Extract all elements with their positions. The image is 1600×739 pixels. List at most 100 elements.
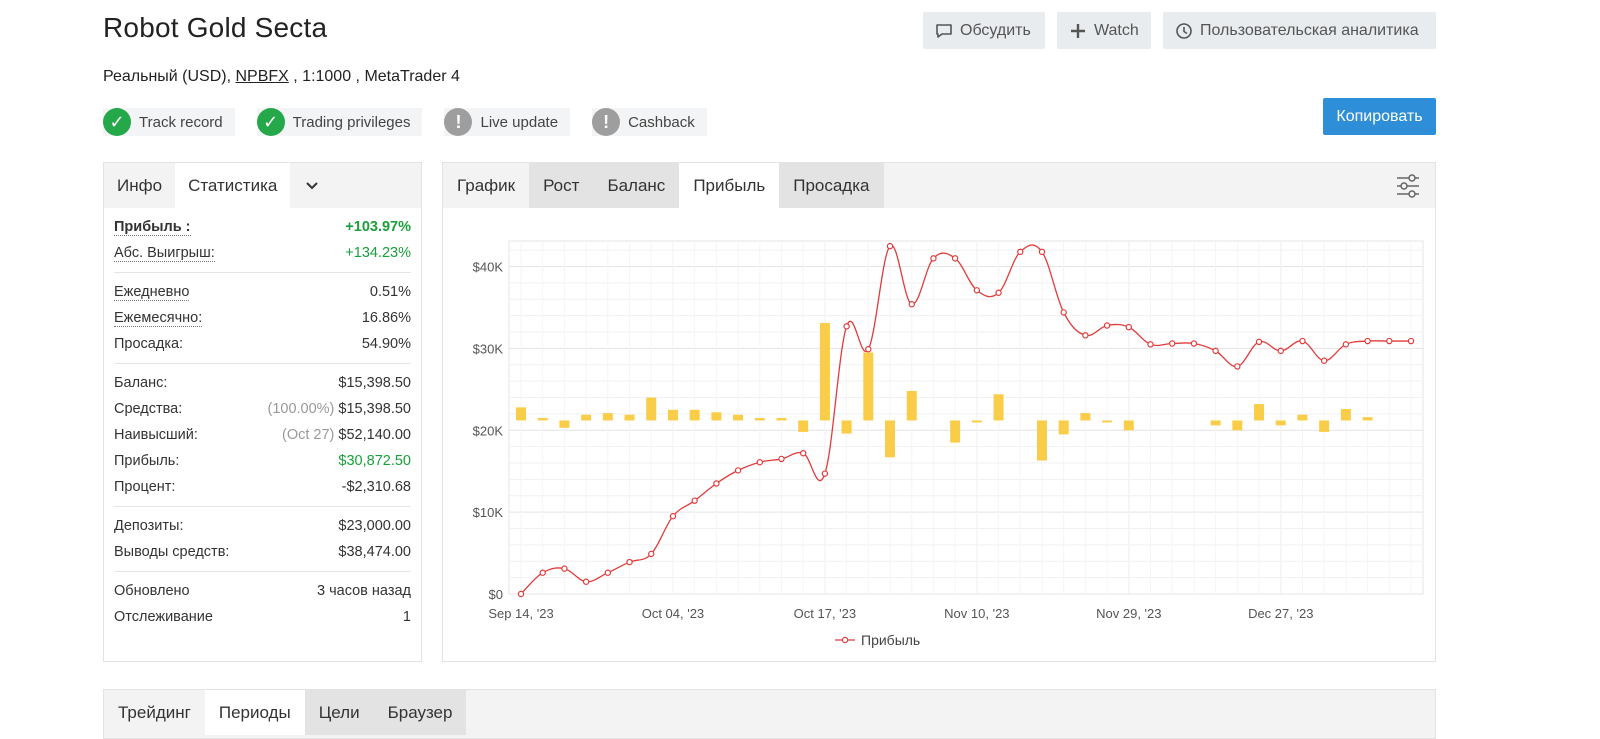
tab-trading[interactable]: Трейдинг: [104, 690, 205, 735]
stats-value-text: $38,474.00: [338, 544, 411, 560]
stats-row: Средства: (100.00%) $15,398.50: [114, 396, 411, 422]
data-point: [908, 301, 915, 308]
y-tick-label: $40K: [473, 260, 504, 275]
stats-label: Баланс:: [114, 375, 168, 391]
stats-tabs: Инфо Статистика: [104, 163, 421, 208]
bar: [711, 412, 722, 421]
tab-drawdown[interactable]: Просадка: [779, 163, 884, 208]
tab-periods[interactable]: Периоды: [204, 690, 305, 735]
stats-label: Выводы средств:: [114, 544, 230, 560]
chart-settings-icon[interactable]: [1395, 173, 1421, 199]
stats-value: (100.00%) $15,398.50: [267, 401, 411, 417]
data-point: [1234, 363, 1241, 370]
stats-panel: Инфо Статистика Прибыль : +103.97% Абс. Вы…: [103, 162, 422, 662]
custom-analytics-button[interactable]: Пользовательская аналитика: [1163, 12, 1436, 49]
legend-label: Прибыль: [861, 632, 920, 648]
tab-profit[interactable]: Прибыль: [679, 163, 780, 208]
account-details: , 1:1000 , MetaTrader 4: [288, 68, 460, 85]
data-point: [1342, 341, 1350, 348]
tab-goals[interactable]: Цели: [304, 690, 374, 735]
stats-value: $23,000.00: [338, 518, 411, 534]
x-tick-label: Nov 29, '23: [1096, 606, 1161, 621]
tab-info[interactable]: Инфо: [104, 163, 175, 208]
chart-tabs: График Рост Баланс Прибыль Просадка: [443, 163, 1435, 208]
data-point: [1212, 347, 1219, 355]
stats-value-text: $23,000.00: [338, 518, 411, 534]
data-point: [1190, 340, 1198, 347]
stats-label[interactable]: Абс. Выигрыш:: [114, 245, 215, 262]
account-type: Реальный (USD),: [103, 68, 236, 85]
watch-button[interactable]: Watch: [1057, 12, 1151, 49]
bar: [1080, 413, 1091, 421]
bar: [646, 397, 657, 421]
tab-balance[interactable]: Баланс: [593, 163, 680, 208]
bar: [667, 409, 678, 421]
stats-value: $30,872.50: [338, 453, 411, 469]
stats-value: (Oct 27) $52,140.00: [282, 427, 411, 443]
badge-label: Track record: [139, 113, 223, 131]
data-point: [1125, 323, 1133, 331]
stats-row: Депозиты: $23,000.00: [114, 513, 411, 539]
discuss-button[interactable]: Обсудить: [923, 12, 1045, 49]
stats-label: Отслеживание: [114, 609, 213, 625]
exclamation-icon: !: [592, 108, 621, 136]
x-tick-label: Dec 27, '23: [1248, 606, 1313, 621]
chart-panel: График Рост Баланс Прибыль Просадка $0 $1…: [442, 162, 1436, 662]
data-point: [691, 497, 698, 504]
data-point: [648, 550, 655, 558]
data-point: [561, 565, 568, 572]
bar: [819, 323, 830, 421]
tab-statistics[interactable]: Статистика: [175, 163, 291, 208]
bar: [689, 409, 700, 421]
stats-value-text: +103.97%: [345, 219, 411, 235]
stats-value: +103.97%: [345, 219, 411, 235]
tab-chart[interactable]: График: [443, 163, 530, 208]
data-point: [973, 287, 981, 294]
stats-label: Наивысший:: [114, 427, 198, 443]
stats-value: 16.86%: [362, 310, 411, 326]
tab-growth[interactable]: Рост: [529, 163, 594, 208]
bar: [993, 394, 1004, 421]
stats-group: Обновлено 3 часов назад Отслеживание 1: [114, 572, 411, 636]
stats-value-text: 1: [402, 609, 411, 625]
copy-button[interactable]: Копировать: [1323, 98, 1436, 135]
stats-value: 0.51%: [370, 284, 411, 300]
plus-icon: [1071, 23, 1085, 38]
bar: [1340, 408, 1351, 421]
data-point: [1364, 337, 1371, 345]
check-icon: ✓: [103, 108, 131, 136]
data-point: [778, 455, 785, 463]
stats-row: Баланс: $15,398.50: [114, 370, 411, 396]
broker-link[interactable]: NPBFX: [235, 68, 288, 85]
stats-value-text: -$2,310.68: [341, 479, 411, 495]
x-tick-label: Nov 10, '23: [944, 606, 1009, 621]
tab-browser[interactable]: Браузер: [373, 690, 467, 735]
tab-more[interactable]: [290, 163, 334, 208]
stats-label: Обновлено: [114, 583, 190, 599]
stats-value-text: $15,398.50: [338, 375, 411, 391]
data-point: [734, 467, 742, 474]
stats-value-text: $15,398.50: [338, 401, 411, 417]
badge-label: Live update: [480, 113, 559, 131]
stats-group: Прибыль : +103.97% Абс. Выигрыш: +134.23%: [114, 208, 411, 273]
stats-value-text: $52,140.00: [338, 427, 411, 443]
stats-label[interactable]: Ежедневно: [114, 284, 190, 301]
bar: [581, 414, 592, 421]
badge-label: Cashback: [628, 113, 695, 131]
stats-value-prefix: (Oct 27): [282, 427, 339, 443]
stats-label[interactable]: Прибыль :: [114, 219, 191, 236]
data-point: [865, 346, 872, 353]
x-tick-label: Sep 14, '23: [488, 606, 553, 621]
exclamation-icon: !: [444, 108, 473, 136]
stats-row: Ежедневно 0.51%: [114, 279, 411, 305]
stats-value: -$2,310.68: [342, 479, 411, 495]
y-tick-label: $20K: [473, 423, 504, 438]
bar: [1058, 420, 1069, 435]
y-tick-label: $0: [489, 587, 503, 602]
stats-label: Прибыль:: [114, 453, 180, 469]
check-icon: ✓: [256, 108, 285, 136]
page-title: Robot Gold Secta: [103, 12, 328, 43]
stats-row: Выводы средств: $38,474.00: [114, 539, 411, 565]
bar: [1362, 417, 1373, 421]
stats-label[interactable]: Ежемесячно:: [114, 310, 203, 327]
